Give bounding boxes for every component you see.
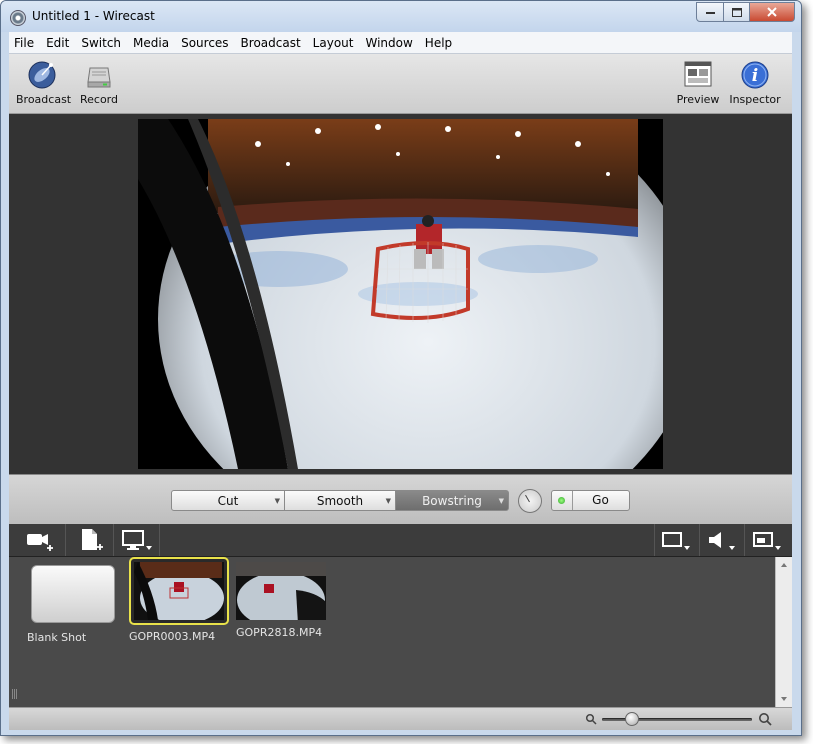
zoom-slider-thumb[interactable] [625,712,639,726]
transition-cut-label: Cut [217,493,239,508]
zoom-out-icon[interactable] [585,713,597,725]
inspector-label: Inspector [729,93,781,106]
info-icon: i [741,61,769,89]
display-menu-icon [122,530,152,550]
preview-button[interactable]: Preview [674,60,722,106]
display-menu-button[interactable] [115,524,160,556]
audio-button[interactable] [699,524,744,556]
shot-list: Blank Shot GOPR0003.MP4 GOPR2818.MP4 [9,557,792,707]
shot-label: GOPR0003.MP4 [129,630,216,643]
resize-grip[interactable] [12,689,18,699]
transition-smooth[interactable]: Smooth ▼ [284,490,396,511]
window-controls [696,2,795,22]
layout-menu-button[interactable] [744,524,791,556]
menu-broadcast[interactable]: Broadcast [236,36,306,50]
close-button[interactable] [750,2,795,22]
main-toolbar: Broadcast Record Preview i Inspector [9,54,792,114]
inspector-button[interactable]: i Inspector [727,60,783,106]
transition-bowstring-label: Bowstring [422,493,482,508]
menu-switch[interactable]: Switch [76,36,126,50]
shot-thumbnail [236,562,326,620]
add-document-icon [82,529,103,550]
add-document-button[interactable] [67,524,114,556]
record-button[interactable]: Record [77,60,121,106]
transition-bar: Cut ▼ Smooth ▼ Bowstring ▼ Go [9,474,792,525]
rink-thumbnail-image [134,562,224,620]
maximize-button[interactable] [724,2,750,22]
restore-icon [731,7,742,17]
satellite-dish-icon [28,61,56,89]
menu-file[interactable]: File [9,36,39,50]
minimize-icon [705,12,715,14]
wirecast-app-icon[interactable] [10,10,26,26]
live-video-preview[interactable] [138,119,663,469]
transition-cut[interactable]: Cut ▼ [171,490,285,511]
status-led-icon [558,497,565,504]
vertical-scrollbar[interactable] [775,557,792,707]
chevron-down-icon: ▼ [498,497,504,505]
menu-help[interactable]: Help [420,36,457,50]
menu-window[interactable]: Window [360,36,417,50]
preview-window-icon [684,61,712,87]
hockey-rink-video-frame [138,119,663,469]
scroll-down-arrow-icon[interactable] [776,693,792,705]
clock-icon[interactable] [518,489,542,513]
window-title: Untitled 1 - Wirecast [32,9,155,23]
add-camera-icon [27,534,53,551]
shot-gopr2818[interactable]: GOPR2818.MP4 [236,562,326,639]
chevron-down-icon: ▼ [385,497,391,505]
chevron-down-icon: ▼ [274,497,280,505]
go-button[interactable]: Go [551,490,630,511]
blank-shot-thumbnail [31,565,115,623]
shot-label: Blank Shot [27,631,87,644]
broadcast-label: Broadcast [16,93,72,106]
shot-gopr0003[interactable]: GOPR0003.MP4 [129,557,229,643]
audio-speaker-icon [709,532,735,550]
stage-panel [9,114,792,474]
shot-label: GOPR2818.MP4 [236,626,323,639]
menu-bar: File Edit Switch Media Sources Broadcast… [9,32,792,54]
menu-edit[interactable]: Edit [41,36,74,50]
transition-smooth-label: Smooth [316,493,364,508]
add-camera-button[interactable] [15,524,66,556]
shot-thumbnail [134,562,224,620]
app-window: Untitled 1 - Wirecast File Edit Switch M… [0,0,802,736]
menu-sources[interactable]: Sources [176,36,233,50]
selected-shot-outline [129,557,229,625]
go-led-frame [552,491,573,510]
scroll-up-arrow-icon[interactable] [776,559,792,571]
rink-thumbnail-image [236,562,326,620]
record-label: Record [79,93,118,106]
layout-menu-icon [753,532,781,550]
broadcast-button[interactable]: Broadcast [16,60,72,106]
transition-bowstring[interactable]: Bowstring ▼ [395,490,509,511]
preview-label: Preview [676,93,720,106]
menu-layout[interactable]: Layout [308,36,359,50]
title-bar[interactable]: Untitled 1 - Wirecast [1,1,801,32]
layer-rectangle-icon [662,532,690,550]
menu-media[interactable]: Media [128,36,174,50]
shot-blank[interactable]: Blank Shot [27,565,115,644]
minimize-button[interactable] [696,2,724,22]
close-icon [767,7,777,17]
svg-text:i: i [752,66,758,86]
hard-drive-icon [87,67,111,88]
zoom-in-icon[interactable] [758,712,772,726]
go-label: Go [592,493,609,507]
layer-rectangle-button[interactable] [654,524,699,556]
zoom-bar [9,707,792,730]
shot-toolbar [9,524,792,557]
